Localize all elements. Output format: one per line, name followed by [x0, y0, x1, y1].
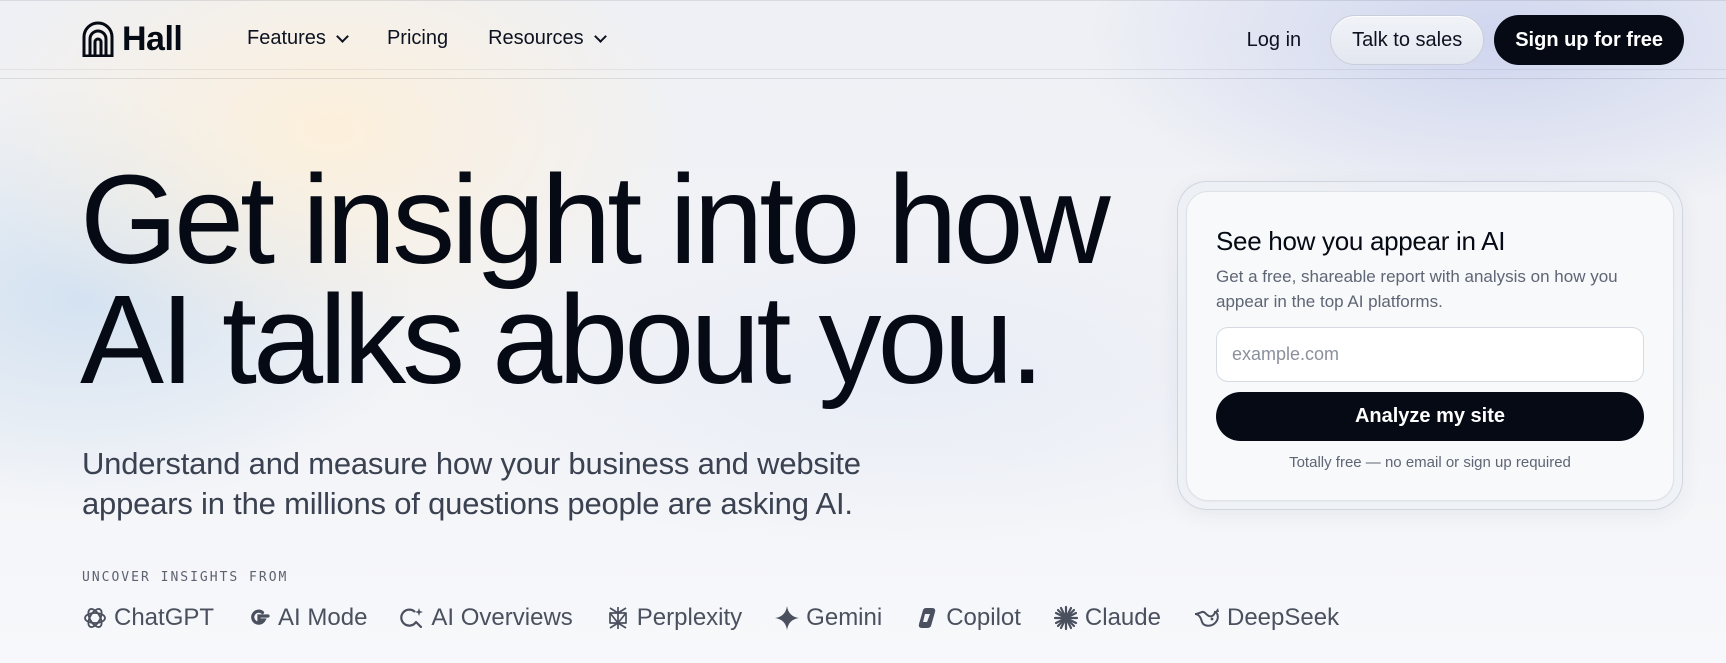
platform-gemini: Gemini [774, 604, 882, 632]
nav-pricing-label: Pricing [386, 27, 449, 49]
platform-label: Claude [1084, 604, 1161, 631]
chevron-down-icon [336, 29, 349, 43]
platform-label: Copilot [946, 604, 1021, 631]
claude-starburst-icon [1053, 605, 1079, 631]
hero-subtitle: Understand and measure how your business… [82, 444, 902, 524]
nav-resources-label: Resources [488, 27, 584, 49]
hero-subtitle-line1: Understand and measure how your business… [82, 446, 861, 481]
nav-features-label: Features [247, 27, 326, 49]
platform-label: Perplexity [636, 604, 743, 631]
hero-subtitle-line2: appears in the millions of questions peo… [82, 486, 853, 521]
nav-divider [0, 69, 1726, 70]
logo-text: Hall [122, 20, 183, 58]
hero-title: Get insight into how AI talks about you. [80, 157, 1160, 403]
deepseek-whale-icon [1194, 608, 1219, 627]
sign-up-button[interactable]: Sign up for free [1494, 15, 1684, 65]
platform-ai-overviews: AI Overviews [399, 604, 573, 632]
card-description: Get a free, shareable report with analys… [1216, 267, 1618, 311]
talk-to-sales-button[interactable]: Talk to sales [1330, 15, 1485, 65]
chevron-down-icon [593, 29, 607, 43]
platform-chatgpt: ChatGPT [82, 604, 214, 632]
platform-deepseek: DeepSeek [1193, 604, 1339, 632]
platform-label: DeepSeek [1226, 604, 1340, 631]
platform-claude: Claude [1053, 604, 1161, 632]
platform-label: AI Overviews [431, 604, 573, 631]
hero-title-line2: AI talks about you. [80, 269, 1045, 410]
platform-label: AI Mode [278, 604, 368, 631]
nav-actions: Log in Talk to sales Sign up for free [1247, 15, 1684, 65]
platform-perplexity: Perplexity [605, 604, 742, 632]
nav-resources[interactable]: Resources [488, 27, 607, 50]
platform-ai-mode: AI Mode [246, 604, 367, 632]
card-note: Totally free — no email or sign up requi… [1289, 454, 1571, 471]
nav-features[interactable]: Features [247, 27, 349, 50]
logo[interactable]: Hall [82, 20, 183, 58]
platform-copilot: Copilot [914, 604, 1021, 632]
website-url-input[interactable] [1216, 327, 1644, 382]
gemini-sparkle-icon [775, 606, 800, 630]
platform-label: ChatGPT [114, 604, 215, 631]
perplexity-icon [608, 607, 627, 629]
card-title: See how you appear in AI [1216, 226, 1506, 256]
nav-links: Features Pricing Resources [247, 27, 645, 50]
hall-arch-icon [82, 21, 114, 57]
analyze-card: See how you appear in AI Get a free, sha… [1186, 191, 1674, 501]
top-navigation: Hall Features Pricing Resources Log in T… [0, 0, 1726, 79]
copilot-icon [919, 608, 936, 628]
platform-list: ChatGPT AI Mode AI Overviews Perplexity [82, 604, 1371, 632]
uncover-insights-label: UNCOVER INSIGHTS FROM [82, 570, 289, 585]
platform-label: Gemini [806, 604, 883, 631]
login-link[interactable]: Log in [1247, 29, 1302, 52]
analyze-site-button[interactable]: Analyze my site [1216, 392, 1644, 441]
openai-icon [84, 608, 106, 628]
ai-overviews-icon [400, 608, 424, 629]
nav-pricing[interactable]: Pricing [387, 27, 448, 50]
google-g-icon [251, 609, 270, 625]
